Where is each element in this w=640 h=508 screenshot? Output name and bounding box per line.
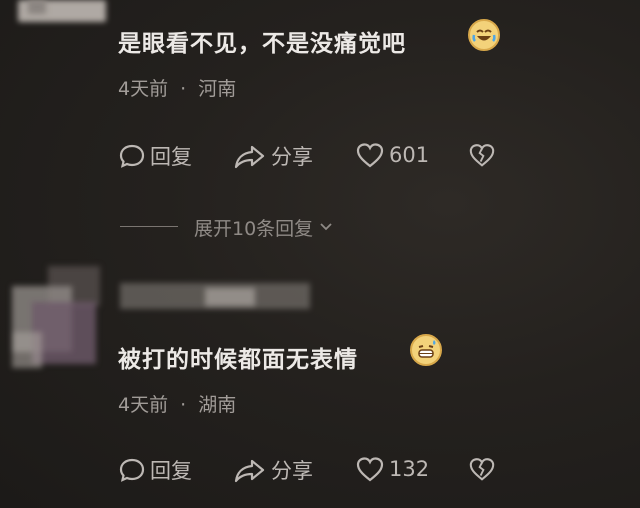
reply-label: 回复	[150, 145, 192, 169]
share-label: 分享	[271, 459, 313, 483]
share-label: 分享	[271, 145, 313, 169]
avatar[interactable]	[12, 262, 100, 368]
expand-replies-label: 展开10条回复	[194, 218, 314, 240]
comment-meta: 4天前 · 湖南	[118, 390, 236, 417]
comment-bubble-icon	[118, 456, 146, 484]
heart-icon	[355, 141, 385, 169]
comment-location: 湖南	[198, 394, 237, 416]
like-count: 601	[389, 143, 430, 167]
comment-meta: 4天前 · 河南	[118, 74, 236, 101]
comment-text: 是眼看不见，不是没痛觉吧	[118, 24, 406, 58]
like-count: 132	[389, 457, 430, 481]
reply-button[interactable]: 回复	[118, 141, 192, 171]
avatar-detail	[28, 0, 46, 14]
dislike-button[interactable]	[468, 141, 496, 169]
share-button[interactable]: 分享	[233, 455, 313, 485]
comment-text-content: 被打的时候都面无表情	[118, 347, 358, 373]
comment-time: 4天前	[118, 394, 169, 416]
username-detail	[205, 288, 255, 306]
share-arrow-icon	[233, 142, 267, 170]
comment-text: 被打的时候都面无表情	[118, 340, 358, 374]
expand-divider	[120, 226, 178, 227]
reply-label: 回复	[150, 459, 192, 483]
comment-text-content: 是眼看不见，不是没痛觉吧	[118, 31, 406, 57]
comment-location: 河南	[198, 78, 237, 100]
grinning-sweat-emoji-icon	[410, 334, 442, 366]
chevron-down-icon	[319, 217, 333, 239]
meta-separator: ·	[180, 78, 187, 100]
comment-time: 4天前	[118, 78, 169, 100]
reply-button[interactable]: 回复	[118, 455, 192, 485]
like-button[interactable]: 132	[355, 455, 429, 483]
broken-heart-icon	[468, 141, 496, 169]
share-button[interactable]: 分享	[233, 141, 313, 171]
broken-heart-icon	[468, 455, 496, 483]
share-arrow-icon	[233, 456, 267, 484]
expand-replies-button[interactable]: 展开10条回复	[194, 214, 333, 241]
laughing-tears-emoji-icon	[468, 19, 500, 51]
dislike-button[interactable]	[468, 455, 496, 483]
like-button[interactable]: 601	[355, 141, 429, 169]
heart-icon	[355, 455, 385, 483]
comment-bubble-icon	[118, 142, 146, 170]
meta-separator: ·	[180, 394, 187, 416]
